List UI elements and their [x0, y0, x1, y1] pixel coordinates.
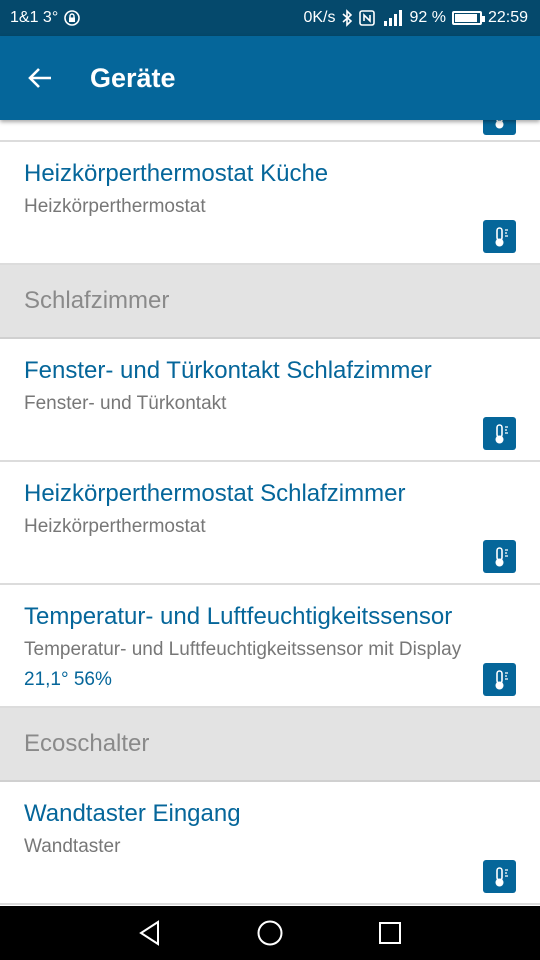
thermometer-icon: [495, 669, 508, 689]
nav-back-button[interactable]: [135, 918, 165, 948]
clock: 22:59: [487, 9, 528, 26]
bluetooth-icon: [341, 9, 353, 27]
square-recents-icon: [379, 922, 401, 944]
device-row[interactable]: Heizkörperthermostat Küche Heizkörperthe…: [0, 142, 540, 265]
device-name: Wandtaster Eingang: [24, 800, 241, 827]
lock-icon: [64, 10, 81, 26]
system-nav-bar: [0, 906, 540, 960]
circle-home-icon: [257, 920, 283, 946]
device-type: Temperatur- und Luftfeuchtigkeitssensor …: [24, 639, 462, 660]
thermometer-icon: [495, 120, 503, 128]
device-list[interactable]: Heizkörperthermostat Küche Heizkörperthe…: [0, 120, 540, 906]
thermometer-button[interactable]: [483, 663, 516, 696]
device-row[interactable]: Wandtaster Eingang Wandtaster: [0, 782, 540, 905]
nav-home-button[interactable]: [255, 918, 285, 948]
device-type: Heizkörperthermostat: [24, 196, 206, 217]
sensor-reading: 21,1° 56%: [24, 669, 112, 690]
section-header: Schlafzimmer: [0, 265, 540, 339]
thermometer-icon: [495, 226, 508, 246]
arrow-left-icon: [28, 68, 51, 88]
device-name: Fenster- und Türkontakt Schlafzimmer: [24, 357, 432, 384]
carrier-text: 1&1 3°: [10, 9, 59, 26]
thermometer-icon: [495, 866, 508, 886]
nav-recents-button[interactable]: [375, 918, 405, 948]
device-name: Heizkörperthermostat Schlafzimmer: [24, 480, 406, 507]
device-type: Wandtaster: [24, 836, 121, 857]
status-bar: 1&1 3° 0K/s 92 % 22:59: [0, 0, 540, 36]
nfc-icon: [359, 10, 376, 26]
device-row[interactable]: Temperatur- und Luftfeuchtigkeitssensor …: [0, 585, 540, 708]
thermometer-button[interactable]: [483, 120, 516, 135]
device-type: Heizkörperthermostat: [24, 516, 206, 537]
thermometer-button[interactable]: [483, 220, 516, 253]
device-row-partial[interactable]: [0, 120, 540, 142]
thermometer-icon: [495, 546, 508, 566]
battery-percent: 92 %: [409, 9, 446, 26]
battery-icon: [451, 11, 485, 25]
triangle-back-icon: [139, 920, 159, 946]
thermometer-icon: [495, 423, 508, 443]
app-bar: Geräte: [0, 36, 540, 120]
signal-icon: [381, 10, 403, 26]
device-name: Temperatur- und Luftfeuchtigkeitssensor: [24, 603, 453, 630]
device-name: Heizkörperthermostat Küche: [24, 160, 329, 187]
network-speed: 0K/s: [303, 9, 336, 26]
thermometer-button[interactable]: [483, 540, 516, 573]
device-row[interactable]: Fenster- und Türkontakt Schlafzimmer Fen…: [0, 339, 540, 462]
device-row[interactable]: Heizkörperthermostat Schlafzimmer Heizkö…: [0, 462, 540, 585]
device-type: Fenster- und Türkontakt: [24, 393, 227, 414]
thermometer-button[interactable]: [483, 417, 516, 450]
page-title: Geräte: [90, 62, 176, 93]
section-header: Ecoschalter: [0, 708, 540, 782]
back-button[interactable]: [10, 36, 70, 120]
thermometer-button[interactable]: [483, 860, 516, 893]
